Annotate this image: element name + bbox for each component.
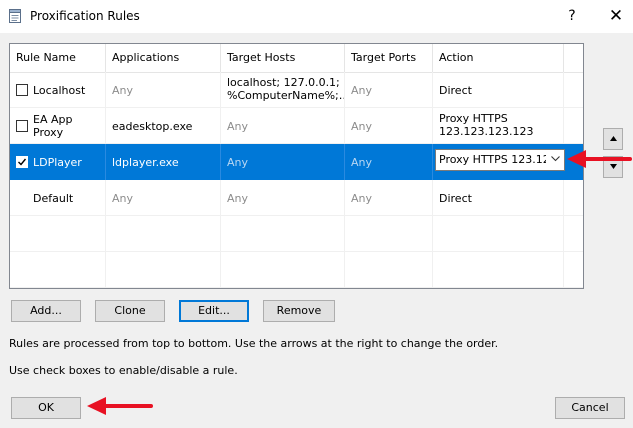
clone-button[interactable]: Clone [95, 300, 165, 322]
title-bar: Proxification Rules ? ✕ [0, 0, 633, 33]
rule-enable-checkbox[interactable] [16, 84, 28, 96]
column-header-action[interactable]: Action [433, 44, 564, 72]
action-dropdown[interactable]: Proxy HTTPS 123.12… [435, 149, 565, 171]
rule-name: EA App Proxy [33, 113, 73, 139]
applications-cell: eadesktop.exe [106, 108, 221, 144]
column-header-target-hosts[interactable]: Target Hosts [221, 44, 345, 72]
action-cell: Direct [433, 180, 564, 216]
empty-table-row [10, 216, 583, 252]
empty-table-row [10, 252, 583, 288]
rules-document-icon [9, 9, 21, 23]
rule-name-cell: EA App Proxy [10, 108, 106, 144]
edit-button[interactable]: Edit... [179, 300, 249, 322]
target-hosts-cell: localhost; 127.0.0.1; %ComputerName%;… [221, 72, 345, 108]
column-header-applications[interactable]: Applications [106, 44, 221, 72]
checkbox-info-text: Use check boxes to enable/disable a rule… [9, 364, 238, 377]
add-button[interactable]: Add... [11, 300, 81, 322]
move-up-button[interactable] [603, 128, 623, 150]
chevron-down-icon[interactable] [546, 150, 564, 170]
checkmark-icon [18, 158, 27, 166]
action-line: Proxy HTTPS [439, 112, 508, 125]
table-row[interactable]: Default Any Any Any Direct [10, 180, 583, 216]
rule-enable-checkbox-checked[interactable] [16, 156, 28, 168]
target-ports-cell: Any [345, 144, 433, 180]
help-button[interactable]: ? [560, 4, 584, 28]
rule-name-cell: Localhost [10, 72, 106, 108]
rule-name: Default [33, 191, 74, 205]
action-cell: Proxy HTTPS 123.123.123.123 [433, 108, 564, 144]
column-header-rule-name[interactable]: Rule Name [10, 44, 106, 72]
target-hosts-cell: Any [221, 180, 345, 216]
target-ports-cell: Any [345, 108, 433, 144]
rule-name: Localhost [33, 83, 86, 97]
ok-button[interactable]: OK [11, 397, 81, 419]
close-button[interactable]: ✕ [602, 4, 630, 28]
order-info-text: Rules are processed from top to bottom. … [9, 337, 499, 350]
rule-name-cell: LDPlayer [10, 144, 106, 180]
triangle-up-icon [609, 136, 617, 141]
applications-cell: Any [106, 180, 221, 216]
cancel-button[interactable]: Cancel [555, 397, 625, 419]
remove-button[interactable]: Remove [263, 300, 335, 322]
target-hosts-cell: Any [221, 144, 345, 180]
applications-cell: Any [106, 72, 221, 108]
rule-enable-checkbox[interactable] [16, 120, 28, 132]
rule-name: LDPlayer [33, 155, 82, 169]
target-hosts-cell: Any [221, 108, 345, 144]
table-header: Rule Name Applications Target Hosts Targ… [10, 44, 583, 73]
target-ports-cell: Any [345, 180, 433, 216]
rule-name-cell: Default [10, 180, 106, 216]
red-arrow-annotation-icon [87, 397, 153, 415]
table-row[interactable]: EA App Proxy eadesktop.exe Any Any Proxy… [10, 108, 583, 144]
action-dropdown-value: Proxy HTTPS 123.12… [439, 153, 561, 166]
action-cell: Direct [433, 72, 564, 108]
applications-cell: ldplayer.exe [106, 144, 221, 180]
red-arrow-annotation-icon [567, 150, 632, 168]
window-title: Proxification Rules [30, 9, 140, 23]
rules-table[interactable]: Rule Name Applications Target Hosts Targ… [9, 43, 584, 289]
target-ports-cell: Any [345, 72, 433, 108]
table-row-selected[interactable]: LDPlayer ldplayer.exe Any Any Proxy HTTP… [10, 144, 583, 180]
target-hosts-line: %ComputerName%;… [227, 89, 345, 102]
column-header-target-ports[interactable]: Target Ports [345, 44, 433, 72]
action-line: 123.123.123.123 [439, 125, 534, 138]
table-row[interactable]: Localhost Any localhost; 127.0.0.1; %Com… [10, 72, 583, 108]
target-hosts-line: localhost; 127.0.0.1; [227, 76, 340, 89]
